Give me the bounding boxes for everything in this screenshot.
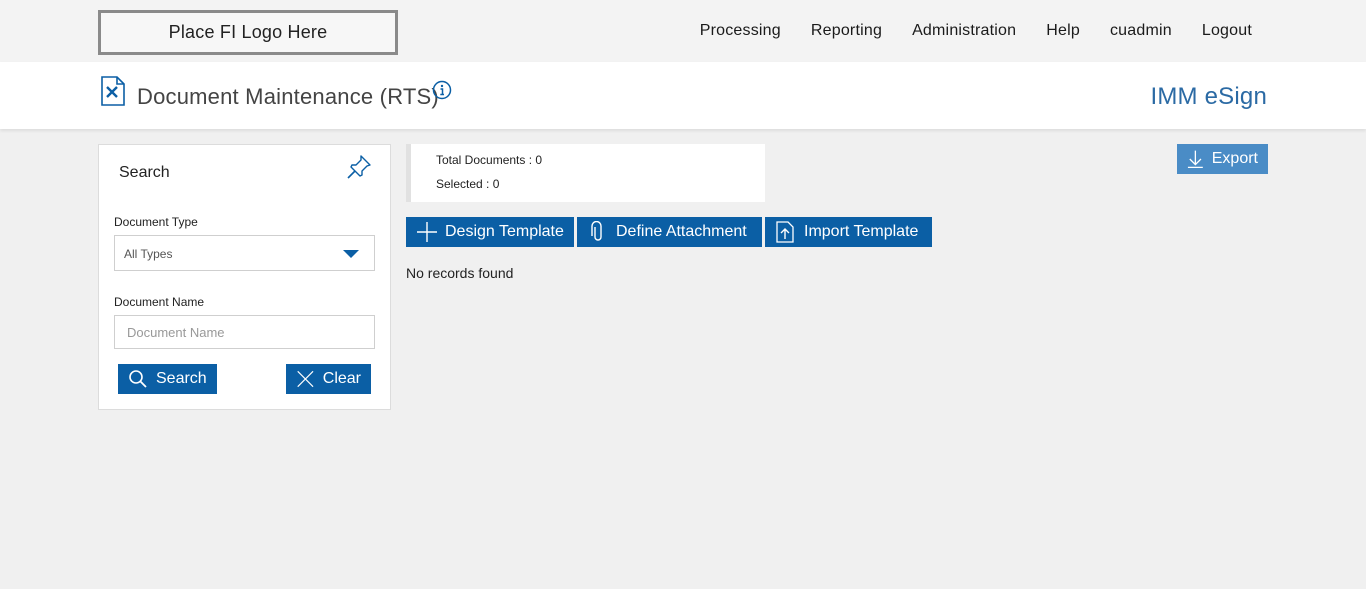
- logo-placeholder: Place FI Logo Here: [98, 10, 398, 55]
- design-template-button[interactable]: Design Template: [406, 217, 574, 247]
- document-name-label: Document Name: [114, 295, 205, 309]
- nav-help[interactable]: Help: [1046, 22, 1080, 40]
- search-icon: [129, 370, 147, 388]
- search-panel-title: Search: [119, 164, 170, 181]
- upload-file-icon: [776, 221, 794, 243]
- search-button-label: Search: [156, 370, 207, 387]
- export-button[interactable]: Export: [1177, 144, 1268, 174]
- search-button[interactable]: Search: [118, 364, 217, 394]
- selected-count-text: Selected : 0: [436, 177, 500, 191]
- pin-icon[interactable]: [345, 153, 373, 181]
- nav-administration[interactable]: Administration: [912, 22, 1016, 40]
- info-icon[interactable]: [432, 80, 452, 100]
- no-records-message: No records found: [406, 265, 514, 281]
- define-attachment-button[interactable]: Define Attachment: [577, 217, 762, 247]
- download-icon: [1187, 150, 1203, 169]
- paperclip-icon: [591, 221, 602, 241]
- main-nav: Processing Reporting Administration Help…: [670, 22, 1252, 40]
- nav-processing[interactable]: Processing: [700, 22, 781, 40]
- total-documents-text: Total Documents : 0: [436, 153, 543, 167]
- clear-button[interactable]: Clear: [286, 364, 371, 394]
- chevron-down-icon: [343, 250, 359, 258]
- document-stats: Total Documents : 0 Selected : 0: [406, 144, 765, 202]
- nav-logout[interactable]: Logout: [1202, 22, 1252, 40]
- document-name-input[interactable]: [114, 315, 375, 349]
- title-band: Document Maintenance (RTS) IMM eSign: [0, 62, 1366, 129]
- plus-icon: [417, 222, 437, 242]
- design-template-label: Design Template: [445, 223, 564, 240]
- page-title: Document Maintenance (RTS): [137, 84, 439, 109]
- brand-name: IMM eSign: [1150, 83, 1267, 110]
- nav-user-account[interactable]: cuadmin: [1110, 22, 1172, 40]
- define-attachment-label: Define Attachment: [616, 223, 747, 240]
- import-template-button[interactable]: Import Template: [765, 217, 932, 247]
- close-icon: [297, 370, 314, 388]
- import-template-label: Import Template: [804, 223, 919, 240]
- document-icon: [101, 76, 125, 106]
- search-panel: Search Document Type All Types Document …: [98, 144, 391, 410]
- clear-button-label: Clear: [322, 370, 361, 387]
- nav-reporting[interactable]: Reporting: [811, 22, 882, 40]
- export-button-label: Export: [1211, 150, 1258, 167]
- document-type-label: Document Type: [114, 215, 198, 229]
- document-type-value: All Types: [124, 247, 173, 261]
- top-bar: Place FI Logo Here Processing Reporting …: [0, 0, 1366, 62]
- document-type-select[interactable]: All Types: [114, 235, 375, 271]
